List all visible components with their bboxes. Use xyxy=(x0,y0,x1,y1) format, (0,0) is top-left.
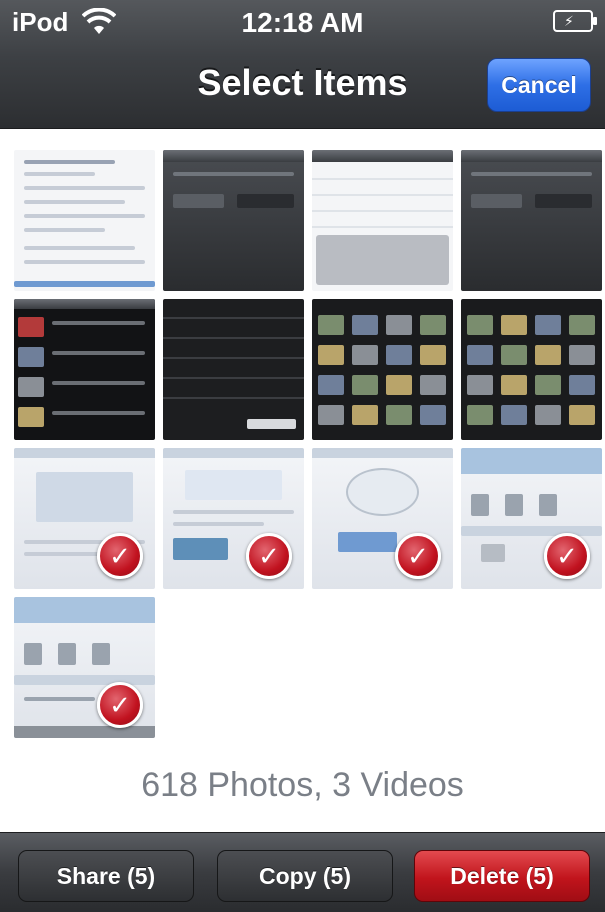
media-thumbnail[interactable] xyxy=(14,150,155,291)
top-bar: iPod 12:18 AM ⚡ Select Items Cancel xyxy=(0,0,605,129)
checkmark-icon: ✓ xyxy=(97,682,143,728)
share-button[interactable]: Share (5) xyxy=(18,850,194,902)
battery-charging-icon: ⚡ xyxy=(553,10,597,32)
media-thumbnail[interactable] xyxy=(461,299,602,440)
delete-button[interactable]: Delete (5) xyxy=(414,850,590,902)
checkmark-icon: ✓ xyxy=(246,533,292,579)
media-thumbnail[interactable] xyxy=(312,150,453,291)
media-thumbnail[interactable] xyxy=(312,299,453,440)
status-bar: iPod 12:18 AM ⚡ xyxy=(0,0,605,44)
library-counts: 618 Photos, 3 Videos xyxy=(141,766,464,804)
media-grid: ✓ ✓ ✓ ✓ ✓ xyxy=(14,150,604,738)
media-thumbnail[interactable] xyxy=(14,299,155,440)
media-thumbnail[interactable] xyxy=(461,150,602,291)
checkmark-icon: ✓ xyxy=(97,533,143,579)
checkmark-icon: ✓ xyxy=(544,533,590,579)
media-thumbnail[interactable]: ✓ xyxy=(14,448,155,589)
media-thumbnail[interactable]: ✓ xyxy=(14,597,155,738)
copy-button[interactable]: Copy (5) xyxy=(217,850,393,902)
media-thumbnail[interactable]: ✓ xyxy=(461,448,602,589)
media-thumbnail[interactable]: ✓ xyxy=(312,448,453,589)
media-thumbnail[interactable]: ✓ xyxy=(163,448,304,589)
checkmark-icon: ✓ xyxy=(395,533,441,579)
status-time: 12:18 AM xyxy=(241,7,364,38)
cancel-button[interactable]: Cancel xyxy=(487,58,591,112)
media-thumbnail[interactable] xyxy=(163,299,304,440)
media-thumbnail[interactable] xyxy=(163,150,304,291)
bottom-toolbar: Share (5) Copy (5) Delete (5) xyxy=(0,832,605,912)
